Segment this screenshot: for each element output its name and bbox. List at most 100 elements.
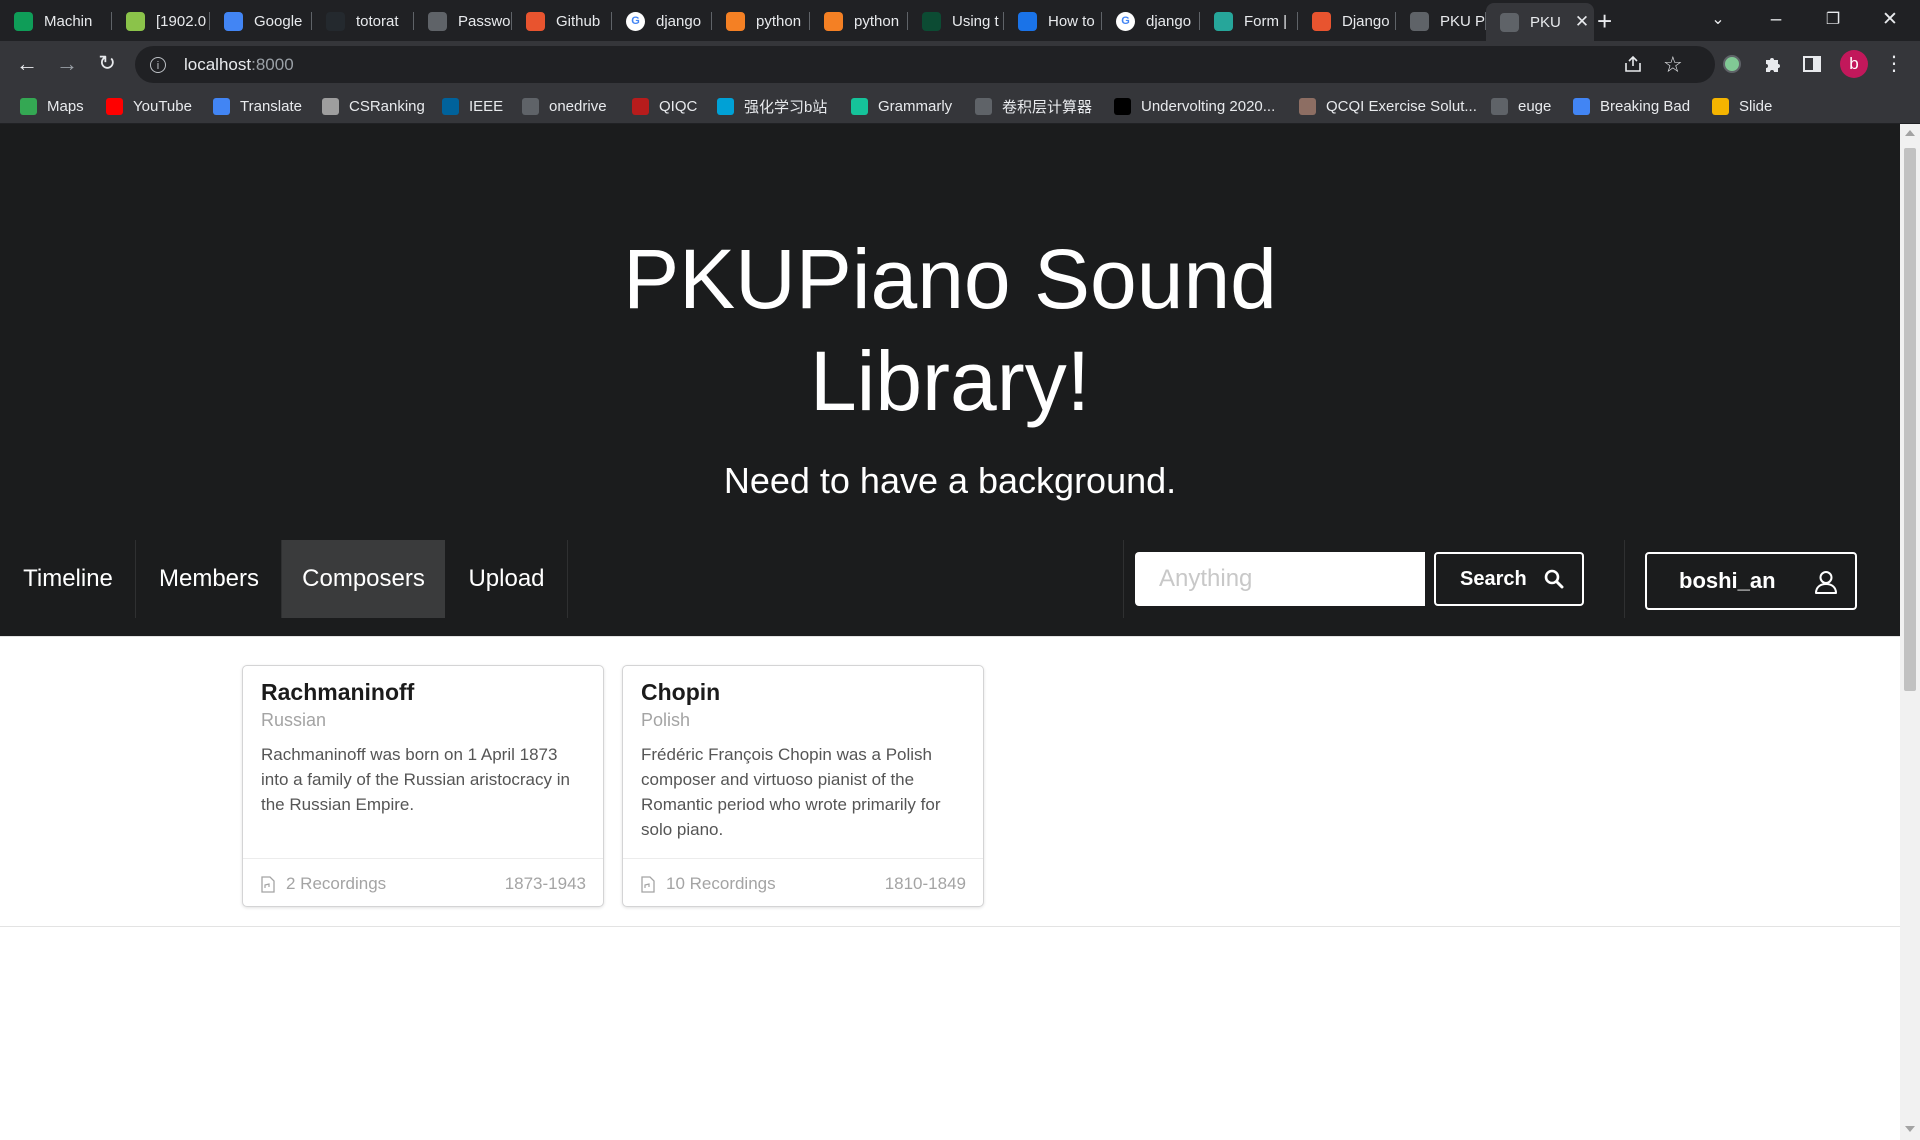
globe-icon (1491, 97, 1508, 115)
bookmark-item[interactable]: 卷积层计算器 (975, 88, 1092, 124)
browser-tab-label: Form | (1244, 12, 1288, 30)
nav-members[interactable]: Members (136, 540, 282, 618)
django-icon (922, 11, 941, 31)
bookmark-label: CSRanking (349, 97, 425, 115)
reload-icon[interactable]: ↻ (92, 49, 122, 79)
search-icon (1544, 569, 1564, 589)
browser-tab-label: Machin (44, 12, 93, 30)
page-title-line-1: PKUPiano Sound (623, 232, 1277, 326)
composer-name[interactable]: Chopin (641, 679, 720, 706)
browser-tab[interactable]: Machin (0, 3, 112, 39)
bookmark-item[interactable]: CSRanking (322, 88, 425, 124)
minimize-window-button[interactable]: – (1756, 5, 1796, 35)
new-tab-button[interactable]: + (1597, 6, 1612, 36)
browser-tab[interactable]: Using t (908, 3, 1004, 39)
scrollbar-thumb[interactable] (1904, 148, 1916, 691)
site-info-icon[interactable]: i (150, 56, 166, 73)
browser-tab[interactable]: totorat (312, 3, 414, 39)
extensions-puzzle-icon[interactable] (1762, 54, 1782, 74)
menu-divider (1123, 540, 1124, 618)
menu-divider (1624, 540, 1625, 618)
browser-tab[interactable]: Gdjango (1102, 3, 1200, 39)
bookmark-item[interactable]: Breaking Bad (1573, 88, 1690, 124)
browser-tab-label: PKU (1530, 13, 1561, 31)
composer-card[interactable]: Chopin Polish Frédéric François Chopin w… (622, 665, 984, 907)
user-account-button[interactable]: boshi_an (1645, 552, 1857, 610)
main-menu: Timeline Members Composers Upload Search… (0, 540, 1900, 618)
browser-tab[interactable]: Google (210, 3, 312, 39)
bookmark-item[interactable]: Grammarly (851, 88, 952, 124)
browser-tab-label: Using t (952, 12, 999, 30)
side-panel-icon[interactable] (1802, 54, 1822, 74)
browser-tab[interactable]: Passwo (414, 3, 512, 39)
bookmark-label: 卷积层计算器 (1002, 98, 1093, 116)
audio-file-icon (641, 875, 655, 893)
page-title-line-2: Library! (809, 334, 1091, 428)
extension-circle-icon[interactable] (1722, 54, 1742, 74)
recordings-count[interactable]: 2 Recordings (261, 874, 386, 894)
bookmark-label: euge (1518, 97, 1552, 115)
browser-tab[interactable]: python (810, 3, 908, 39)
composer-name[interactable]: Rachmaninoff (261, 679, 414, 706)
browser-tab-label: python (756, 12, 802, 30)
scroll-up-arrow-icon[interactable] (1905, 130, 1915, 136)
search-button[interactable]: Search (1434, 552, 1584, 606)
browser-tab[interactable]: PKU Pi (1396, 3, 1486, 39)
browser-tab[interactable]: python (712, 3, 810, 39)
share-icon[interactable] (1623, 54, 1643, 80)
bookmark-label: Translate (240, 97, 302, 115)
nav-upload[interactable]: Upload (445, 540, 568, 618)
browser-tab-label: totorat (356, 12, 399, 30)
close-tab-icon[interactable]: ✕ (1575, 12, 1589, 32)
close-window-button[interactable]: ✕ (1870, 5, 1910, 35)
address-host: localhost (184, 54, 252, 74)
nav-composers[interactable]: Composers (282, 540, 445, 618)
browser-menu-icon[interactable]: ⋮ (1884, 50, 1904, 75)
browser-tab[interactable]: [1902.0 (112, 3, 210, 39)
browser-tab[interactable]: Gdjango (612, 3, 712, 39)
section-divider (0, 636, 1900, 637)
composer-card[interactable]: Rachmaninoff Russian Rachmaninoff was bo… (242, 665, 604, 907)
bookmark-label: QIQC (659, 97, 698, 115)
browser-tab[interactable]: Django (1298, 3, 1396, 39)
composer-nationality: Polish (641, 710, 691, 730)
page-scrollbar[interactable] (1900, 124, 1920, 1140)
scroll-down-arrow-icon[interactable] (1905, 1126, 1915, 1132)
bookmark-label: Undervolting 2020... (1141, 97, 1276, 115)
forward-arrow-icon[interactable]: → (52, 49, 82, 79)
bookmarks-bar: Maps YouTube Translate CSRanking IEEE onedriv… (0, 88, 1920, 124)
recordings-count[interactable]: 10 Recordings (641, 874, 776, 894)
browser-tab-label: django (1146, 12, 1192, 30)
bookmark-item[interactable]: Translate (213, 88, 302, 124)
browser-tab-strip: Machin [1902.0 Google totorat Passwo Github Gd… (0, 0, 1920, 41)
bookmark-item[interactable]: QCQI Exercise Solut... (1299, 88, 1477, 124)
browser-tab[interactable]: How to (1004, 3, 1102, 39)
bookmark-item[interactable]: Undervolting 2020... (1114, 88, 1275, 124)
browser-tab-label: PKU Pi (1440, 12, 1486, 30)
google-icon: G (626, 11, 645, 31)
profile-avatar[interactable]: b (1840, 50, 1868, 78)
bookmark-star-icon[interactable]: ☆ (1663, 52, 1683, 78)
browser-tab-label: Django (1342, 12, 1390, 30)
browser-tab[interactable]: Github (512, 3, 612, 39)
browser-tab-active[interactable]: PKU ✕ (1486, 3, 1594, 41)
maps-icon (20, 97, 37, 115)
bookmark-item[interactable]: YouTube (106, 88, 192, 124)
tab-search-chevron-icon[interactable]: ⌄ (1698, 5, 1738, 35)
bookmark-item[interactable]: IEEE (442, 88, 503, 124)
browser-tab-label: Google (254, 12, 303, 30)
bookmark-label: IEEE (469, 97, 504, 115)
bookmark-item[interactable]: Slide (1712, 88, 1772, 124)
address-bar[interactable]: i localhost:8000 ☆ (135, 46, 1715, 83)
bookmark-item[interactable]: 强化学习b站 (717, 88, 827, 124)
bookmark-item[interactable]: QIQC (632, 88, 697, 124)
nav-timeline[interactable]: Timeline (0, 540, 136, 618)
bookmark-item[interactable]: onedrive (522, 88, 607, 124)
restore-window-button[interactable]: ❐ (1813, 5, 1853, 35)
back-arrow-icon[interactable]: ← (12, 49, 42, 79)
browser-tab[interactable]: Form | (1200, 3, 1298, 39)
search-input[interactable] (1135, 552, 1425, 606)
bookmark-item[interactable]: euge (1491, 88, 1551, 124)
hero-section: PKUPiano Sound Library! Need to have a b… (0, 124, 1900, 636)
bookmark-item[interactable]: Maps (20, 88, 84, 124)
